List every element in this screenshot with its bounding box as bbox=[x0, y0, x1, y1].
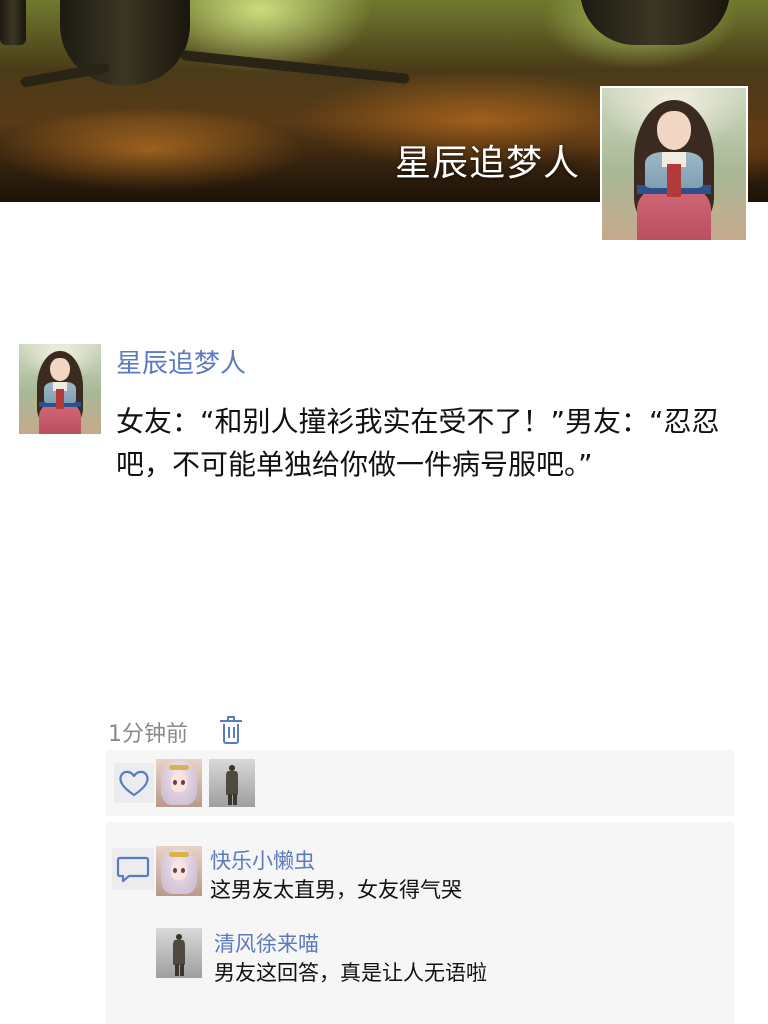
delete-icon[interactable] bbox=[220, 716, 244, 746]
comment-author[interactable]: 快乐小懒虫 bbox=[210, 845, 315, 875]
comment-avatar[interactable] bbox=[156, 928, 202, 978]
post-author-name[interactable]: 星辰追梦人 bbox=[116, 343, 246, 380]
comment-avatar[interactable] bbox=[156, 846, 202, 896]
like-user-avatar[interactable] bbox=[156, 759, 202, 807]
like-user-avatar[interactable] bbox=[209, 759, 255, 807]
post-text: 女友：“和别人撞衫我实在受不了！”男友：“忍忍吧，不可能单独给你做一件病号服吧。… bbox=[116, 405, 720, 481]
comment-text[interactable]: 这男友太直男，女友得气哭 bbox=[210, 874, 462, 904]
comment-text[interactable]: 男友这回答，真是让人无语啦 bbox=[214, 957, 487, 987]
post-author-avatar[interactable] bbox=[19, 344, 101, 434]
post-timestamp: 1分钟前 bbox=[108, 722, 188, 747]
comment-bubble-icon bbox=[112, 848, 154, 890]
profile-name: 星辰追梦人 bbox=[394, 143, 580, 184]
heart-icon bbox=[114, 763, 154, 803]
comment-author[interactable]: 清风徐来喵 bbox=[214, 928, 319, 958]
profile-avatar[interactable] bbox=[602, 88, 746, 240]
